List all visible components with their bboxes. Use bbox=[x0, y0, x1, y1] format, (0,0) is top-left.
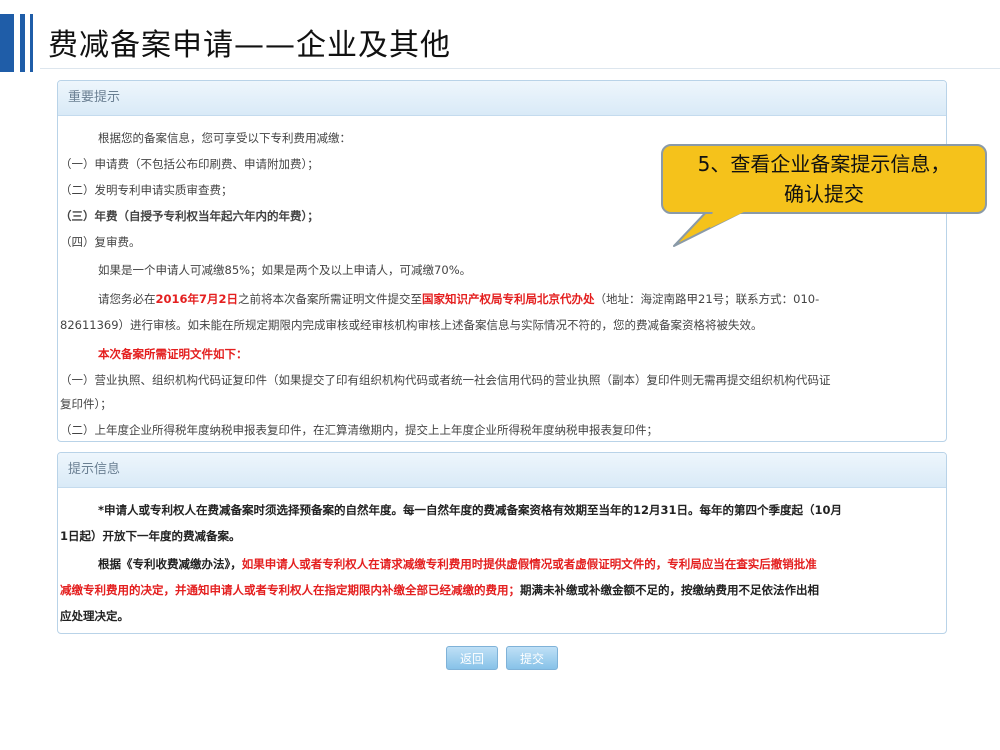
title-accent-bar bbox=[30, 14, 33, 72]
deadline-middle: 之前将本次备案所需证明文件提交至 bbox=[238, 292, 423, 306]
important-notice-header: 重要提示 bbox=[58, 81, 946, 116]
title-divider bbox=[40, 68, 1000, 69]
callout-box: 5、查看企业备案提示信息， 确认提交 bbox=[661, 144, 987, 214]
fee-item: （四）复审费。 bbox=[60, 235, 141, 249]
tip-para2-warning: 如果申请人或者专利权人在请求减缴专利费用时提供虚假情况或者虚假证明文件的，专利局… bbox=[241, 557, 817, 571]
doc-item-continued: 复印件）； bbox=[60, 397, 112, 411]
deadline-text: 请您务必在2016年7月2日之前将本次备案所需证明文件提交至国家知识产权局专利局… bbox=[98, 291, 819, 307]
tips-header: 提示信息 bbox=[58, 453, 946, 488]
callout-line1: 5、查看企业备案提示信息， bbox=[697, 152, 951, 176]
doc-item: （二）上年度企业所得税年度纳税申报表复印件，在汇算清缴期内，提交上上年度企业所得… bbox=[60, 423, 658, 437]
fee-item: （三）年费（自授予专利权当年起六年内的年费）； bbox=[60, 209, 319, 223]
docs-title: 本次备案所需证明文件如下： bbox=[98, 347, 248, 361]
deadline-date: 2016年7月2日 bbox=[155, 292, 239, 306]
tip-para2-continued: 减缴专利费用的决定，并通知申请人或者专利权人在指定期限内补缴全部已经减缴的费用；… bbox=[60, 582, 819, 598]
back-button[interactable]: 返回 bbox=[446, 646, 498, 670]
tip-para2-warning-continued: 减缴专利费用的决定，并通知申请人或者专利权人在指定期限内补缴全部已经减缴的费用； bbox=[60, 583, 520, 597]
tips-panel: 提示信息 *申请人或专利权人在费减备案时须选择预备案的自然年度。每一自然年度的费… bbox=[57, 452, 947, 634]
title-accent-bar bbox=[20, 14, 25, 72]
office-name: 国家知识产权局专利局北京代办处 bbox=[422, 292, 595, 306]
title-accent-bar bbox=[0, 14, 14, 72]
important-notice-panel: 重要提示 根据您的备案信息，您可享受以下专利费用减缴： （一）申请费（不包括公布… bbox=[57, 80, 947, 442]
tip-para2: 根据《专利收费减缴办法》，如果申请人或者专利权人在请求减缴专利费用时提供虚假情况… bbox=[98, 556, 817, 572]
deadline-text-line2: 82611369）进行审核。如未能在所规定期限内完成审核或经审核机构审核上述备案… bbox=[60, 318, 763, 332]
callout-line2: 确认提交 bbox=[784, 182, 864, 206]
deadline-prefix: 请您务必在 bbox=[98, 292, 156, 306]
tip-para2-prefix: 根据《专利收费减缴办法》， bbox=[98, 557, 242, 571]
intro-text: 根据您的备案信息，您可享受以下专利费用减缴： bbox=[98, 131, 351, 145]
doc-item: （一）营业执照、组织机构代码证复印件（如果提交了印有组织机构代码或者统一社会信用… bbox=[60, 373, 831, 387]
fee-item: （二）发明专利申请实质审查费； bbox=[60, 183, 233, 197]
tip-para2-end: 应处理决定。 bbox=[60, 609, 129, 623]
reduction-note: 如果是一个申请人可减缴85%；如果是两个及以上申请人，可减缴70%。 bbox=[98, 263, 472, 277]
tip-para1-continued: 1日起）开放下一年度的费减备案。 bbox=[60, 529, 241, 543]
instruction-callout: 5、查看企业备案提示信息， 确认提交 bbox=[640, 140, 1000, 260]
submit-button[interactable]: 提交 bbox=[506, 646, 558, 670]
slide-title: 费减备案申请——企业及其他 bbox=[48, 28, 451, 63]
tip-para1: *申请人或专利权人在费减备案时须选择预备案的自然年度。每一自然年度的费减备案资格… bbox=[98, 503, 843, 517]
deadline-suffix: （地址：海淀南路甲21号；联系方式：010- bbox=[594, 292, 820, 306]
fee-item: （一）申请费（不包括公布印刷费、申请附加费）； bbox=[60, 157, 319, 171]
tip-para2-suffix: 期满未补缴或补缴金额不足的，按缴纳费用不足依法作出相 bbox=[520, 583, 819, 597]
